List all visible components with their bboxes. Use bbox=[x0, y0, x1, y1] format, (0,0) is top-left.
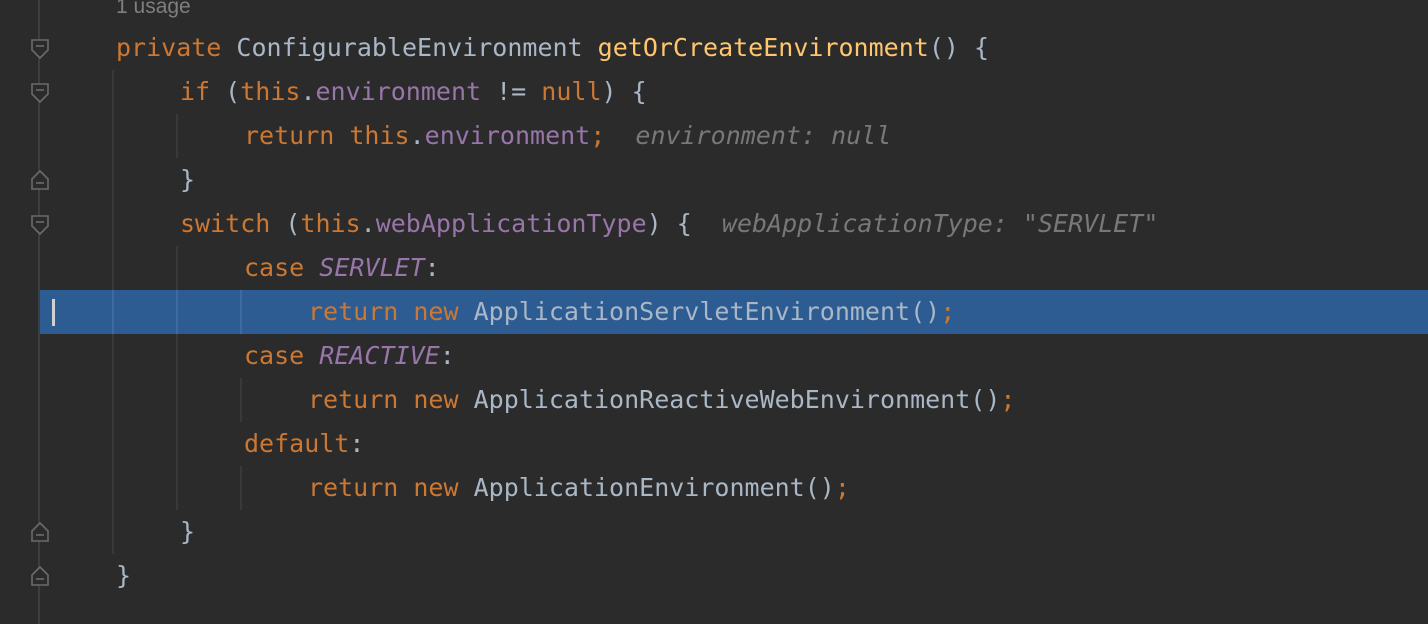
code-line[interactable]: } bbox=[0, 554, 1428, 598]
keyword: new bbox=[413, 385, 459, 414]
punctuation: . bbox=[300, 77, 316, 106]
code-line[interactable]: } bbox=[0, 158, 1428, 202]
class-name: ApplicationServletEnvironment bbox=[473, 297, 911, 326]
class-name: ApplicationReactiveWebEnvironment bbox=[473, 385, 971, 414]
semicolon: ; bbox=[1000, 385, 1016, 414]
punctuation: ( bbox=[210, 77, 241, 106]
keyword: case bbox=[244, 341, 305, 370]
inline-debug-value: environment: null bbox=[635, 121, 892, 150]
code-line[interactable]: case SERVLET: bbox=[0, 246, 1428, 290]
code-line[interactable]: if (this.environment != null) { bbox=[0, 70, 1428, 114]
enum-constant: REACTIVE bbox=[319, 341, 440, 370]
code-line[interactable]: private ConfigurableEnvironment getOrCre… bbox=[0, 26, 1428, 70]
punctuation: () bbox=[804, 473, 835, 502]
semicolon: ; bbox=[940, 297, 956, 326]
indent-guide bbox=[240, 290, 242, 334]
keyword: return bbox=[308, 297, 399, 326]
indent-guide bbox=[112, 290, 114, 334]
code-line[interactable]: return this.environment; environment: nu… bbox=[0, 114, 1428, 158]
keyword: null bbox=[541, 77, 602, 106]
keyword: switch bbox=[180, 209, 271, 238]
method-name: getOrCreateEnvironment bbox=[597, 33, 929, 62]
usage-hint-link[interactable]: 1 usage bbox=[116, 0, 191, 20]
keyword: if bbox=[180, 77, 211, 106]
code-line[interactable]: return new ApplicationEnvironment(); bbox=[0, 466, 1428, 510]
keyword: return bbox=[308, 385, 399, 414]
keyword: this bbox=[240, 77, 301, 106]
field-name: webApplicationType bbox=[375, 209, 647, 238]
punctuation: ( bbox=[270, 209, 301, 238]
keyword: new bbox=[413, 473, 459, 502]
text-caret bbox=[52, 299, 55, 326]
closing-brace: } bbox=[116, 561, 132, 590]
inline-debug-value: webApplicationType: "SERVLET" bbox=[721, 209, 1159, 238]
keyword: default bbox=[244, 429, 350, 458]
keyword: case bbox=[244, 253, 305, 282]
code-line[interactable]: } bbox=[0, 510, 1428, 554]
field-name: environment bbox=[315, 77, 482, 106]
semicolon: ; bbox=[834, 473, 850, 502]
keyword: return bbox=[244, 121, 335, 150]
punctuation: () { bbox=[928, 33, 990, 62]
code-editor[interactable]: 1 usage private ConfigurableEnvironment … bbox=[0, 0, 1428, 624]
enum-constant: SERVLET bbox=[319, 253, 425, 282]
indent-guide bbox=[176, 290, 178, 334]
semicolon: ; bbox=[590, 121, 606, 150]
punctuation: : bbox=[424, 253, 440, 282]
keyword: return bbox=[308, 473, 399, 502]
punctuation: : bbox=[439, 341, 455, 370]
type-name: ConfigurableEnvironment bbox=[236, 33, 583, 62]
operator: != bbox=[481, 77, 542, 106]
punctuation: . bbox=[409, 121, 425, 150]
code-line[interactable]: return new ApplicationReactiveWebEnviron… bbox=[0, 378, 1428, 422]
class-name: ApplicationEnvironment bbox=[473, 473, 805, 502]
code-line[interactable]: case REACTIVE: bbox=[0, 334, 1428, 378]
punctuation: () bbox=[970, 385, 1001, 414]
current-execution-line[interactable]: return new ApplicationServletEnvironment… bbox=[40, 290, 1428, 334]
punctuation: ) { bbox=[601, 77, 647, 106]
closing-brace: } bbox=[180, 517, 196, 546]
closing-brace: } bbox=[180, 165, 196, 194]
keyword: new bbox=[413, 297, 459, 326]
punctuation: ) { bbox=[646, 209, 692, 238]
code-line[interactable]: default: bbox=[0, 422, 1428, 466]
keyword: this bbox=[349, 121, 410, 150]
code-line[interactable]: switch (this.webApplicationType) { webAp… bbox=[0, 202, 1428, 246]
keyword: this bbox=[300, 209, 361, 238]
punctuation: () bbox=[910, 297, 941, 326]
punctuation: . bbox=[360, 209, 376, 238]
keyword: private bbox=[116, 33, 222, 62]
punctuation: : bbox=[349, 429, 365, 458]
field-name: environment bbox=[424, 121, 591, 150]
